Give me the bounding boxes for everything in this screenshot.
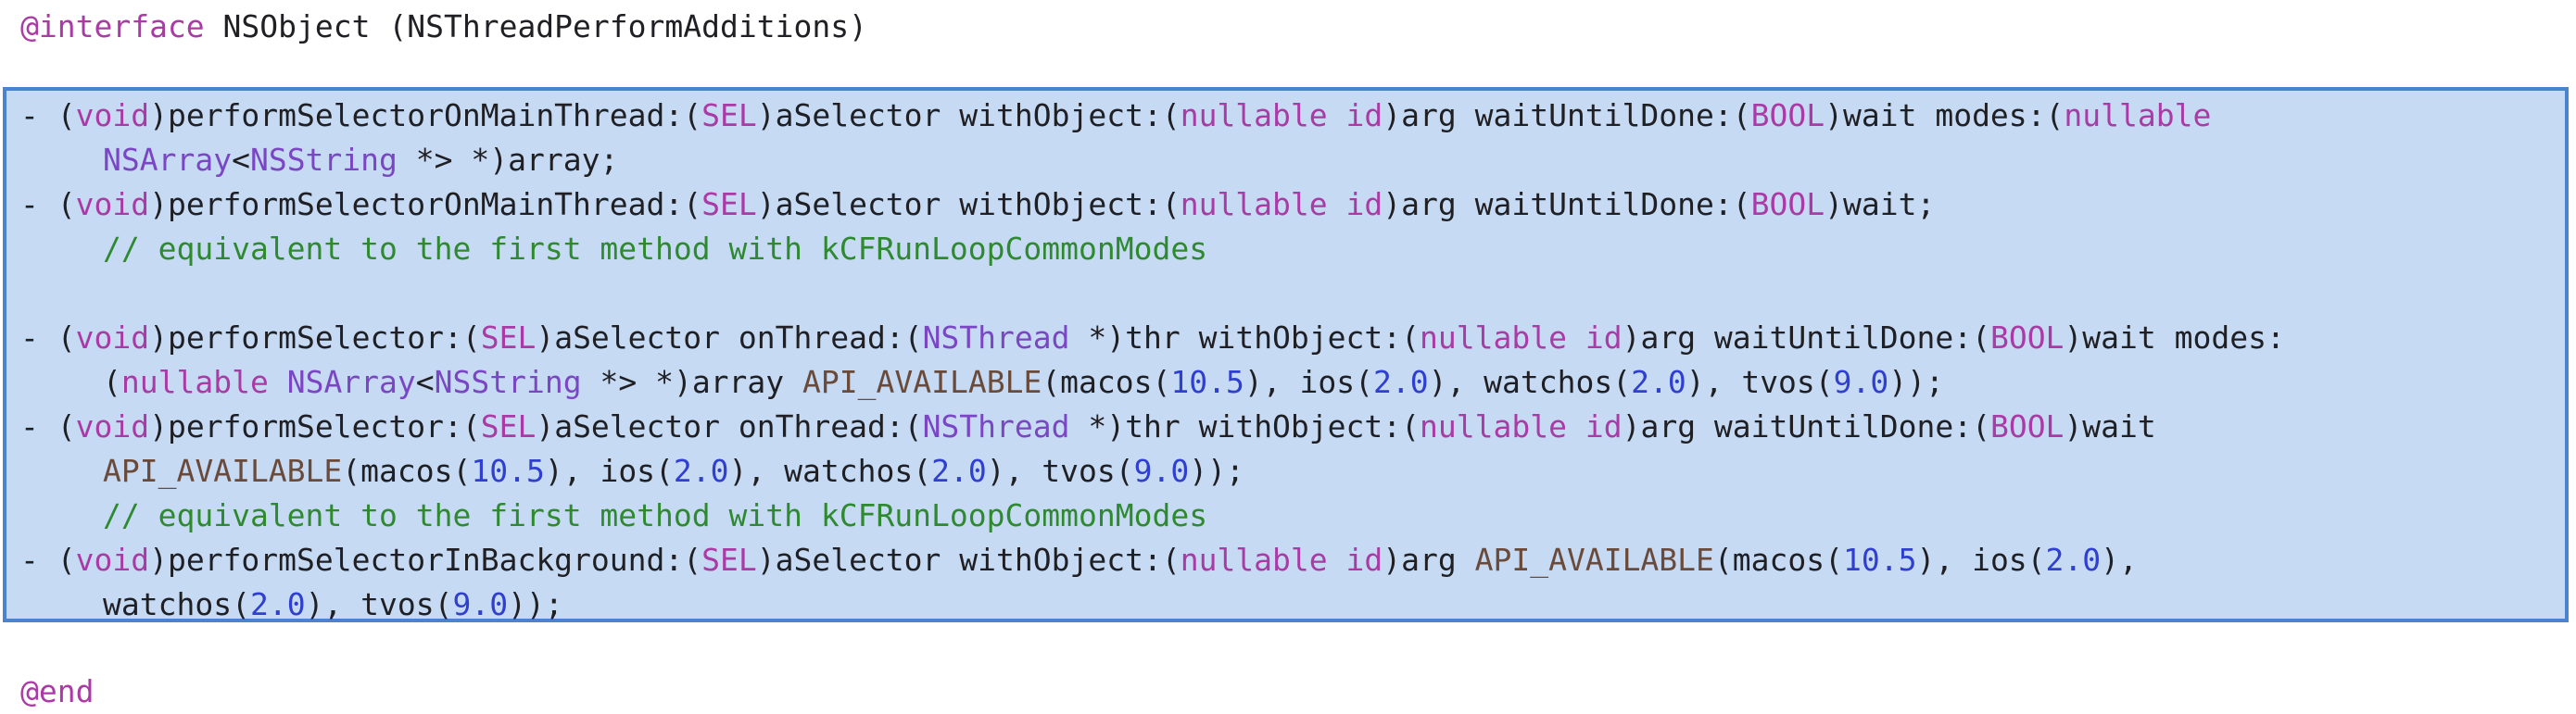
code-line: - (void)performSelectorOnMainThread:(SEL… bbox=[20, 186, 1936, 222]
code-line: - (void)performSelectorOnMainThread:(SEL… bbox=[20, 97, 2212, 133]
code-editor[interactable]: @interface NSObject (NSThreadPerformAddi… bbox=[0, 0, 2576, 709]
code-comment: // equivalent to the first method with k… bbox=[103, 497, 1208, 533]
code-line: watchos(2.0), tvos(9.0)); bbox=[103, 586, 563, 622]
code-line: - (void)performSelector:(SEL)aSelector o… bbox=[20, 408, 2156, 445]
interface-declaration: @interface NSObject (NSThreadPerformAddi… bbox=[20, 5, 867, 49]
interface-name: NSObject (NSThreadPerformAdditions) bbox=[204, 8, 867, 44]
code-line: - (void)performSelector:(SEL)aSelector o… bbox=[20, 319, 2285, 356]
code-comment: // equivalent to the first method with k… bbox=[103, 231, 1208, 267]
code-line: API_AVAILABLE(macos(10.5), ios(2.0), wat… bbox=[103, 453, 1244, 489]
end-keyword: @end bbox=[20, 673, 95, 709]
code-line: NSArray<NSString *> *)array; bbox=[103, 142, 619, 178]
code-line: (nullable NSArray<NSString *> *)array AP… bbox=[103, 364, 1944, 400]
code-line: - (void)performSelectorInBackground:(SEL… bbox=[20, 542, 2138, 578]
interface-keyword: @interface bbox=[20, 8, 205, 44]
